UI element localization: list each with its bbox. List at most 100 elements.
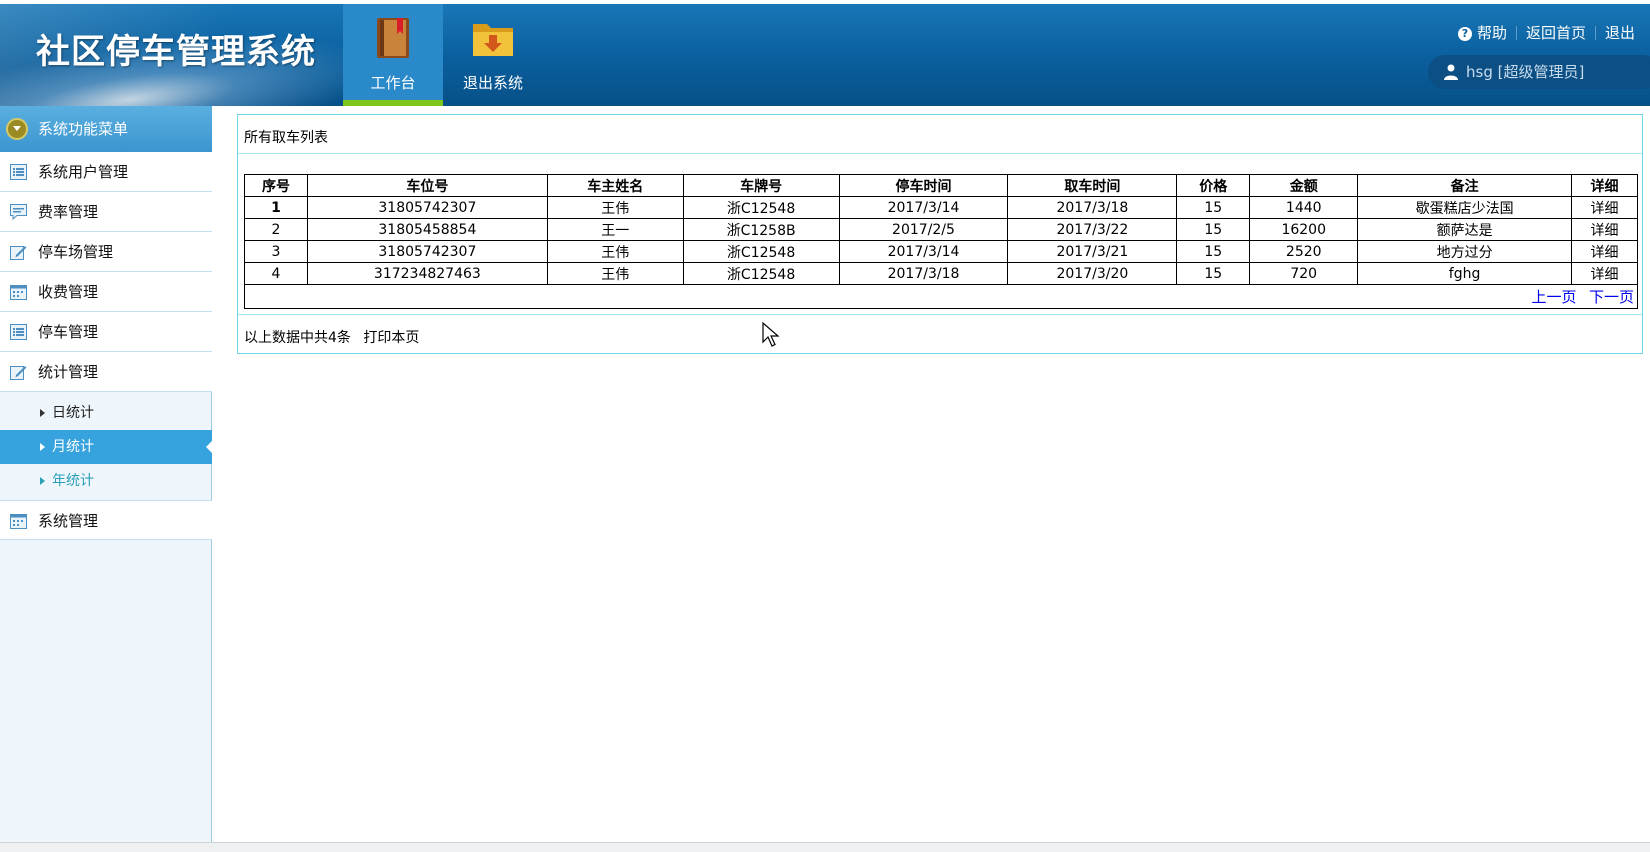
print-page-link[interactable]: 打印本页 — [363, 330, 419, 346]
sidebar-item-parking-management[interactable]: 停车管理 — [0, 312, 212, 352]
sidebar: 系统功能菜单 系统用户管理 费率管理 停车场管理 收费管理 停车管理 统计管理 … — [0, 106, 213, 852]
cell-price: 15 — [1176, 262, 1251, 285]
chevron-down-icon — [6, 118, 28, 140]
cell-amount: 16200 — [1249, 218, 1359, 241]
edit-icon — [10, 366, 27, 380]
cell-owner: 王伟 — [546, 240, 684, 263]
column-header: 车位号 — [306, 174, 548, 197]
record-count: 以上数据中共4条 — [244, 330, 351, 346]
cell-remark: fghg — [1357, 262, 1572, 285]
sidebar-header[interactable]: 系统功能菜单 — [0, 106, 212, 152]
cell-price: 15 — [1176, 240, 1251, 263]
sidebar-item-user-management[interactable]: 系统用户管理 — [0, 152, 212, 192]
column-header: 详细 — [1570, 174, 1639, 197]
panel-title: 所有取车列表 — [244, 130, 328, 146]
cell-index: 3 — [244, 240, 308, 263]
nav-logout-system-label: 退出系统 — [462, 74, 523, 92]
column-header: 价格 — [1176, 174, 1251, 197]
sidebar-item-rate-management[interactable]: 费率管理 — [0, 192, 212, 232]
cell-park-time: 2017/3/14 — [838, 240, 1009, 263]
sidebar-subitem-monthly-stats[interactable]: 月统计 — [0, 430, 213, 464]
sidebar-item-parking-lot-management[interactable]: 停车场管理 — [0, 232, 212, 272]
cell-space-no: 31805458854 — [306, 218, 548, 241]
column-header: 取车时间 — [1007, 174, 1178, 197]
sidebar-item-statistics-management[interactable]: 统计管理 — [0, 352, 212, 392]
cell-index: 2 — [244, 218, 308, 241]
divider — [238, 314, 1642, 315]
nav-logout-system[interactable]: 退出系统 — [443, 4, 543, 106]
sidebar-subitem-yearly-stats[interactable]: 年统计 — [0, 464, 212, 498]
column-header: 备注 — [1357, 174, 1572, 197]
table-row: 3 31805742307 王伟 浙C12548 2017/3/14 2017/… — [244, 240, 1639, 263]
sidebar-item-system-management[interactable]: 系统管理 — [0, 500, 212, 540]
detail-link[interactable]: 详细 — [1570, 240, 1639, 263]
column-header: 车牌号 — [682, 174, 840, 197]
cell-price: 15 — [1176, 196, 1251, 219]
cell-plate: 浙C12548 — [682, 196, 840, 219]
table-header-row: 序号 车位号 车主姓名 车牌号 停车时间 取车时间 价格 金额 备注 详细 — [244, 174, 1639, 197]
table-row: 1 31805742307 王伟 浙C12548 2017/3/14 2017/… — [244, 196, 1639, 219]
detail-link[interactable]: 详细 — [1570, 218, 1639, 241]
cell-pickup-time: 2017/3/18 — [1007, 196, 1178, 219]
nav-workbench[interactable]: 工作台 — [343, 4, 443, 106]
cell-amount: 1440 — [1249, 196, 1359, 219]
sidebar-subitem-daily-stats[interactable]: 日统计 — [0, 396, 212, 430]
pickup-list-panel: 所有取车列表 序号 车位号 车主姓名 车牌号 停车时间 取车时间 价格 金额 备… — [237, 114, 1643, 354]
question-icon: ? — [1457, 27, 1472, 41]
pickup-table: 序号 车位号 车主姓名 车牌号 停车时间 取车时间 价格 金额 备注 详细 1 … — [244, 174, 1639, 309]
cell-remark: 额萨达是 — [1357, 218, 1572, 241]
browser-status-bar — [0, 842, 1650, 852]
cell-remark: 歇蛋糕店少法国 — [1357, 196, 1572, 219]
table-row: 2 31805458854 王一 浙C1258B 2017/2/5 2017/3… — [244, 218, 1639, 241]
column-header: 金额 — [1249, 174, 1359, 197]
next-page-link[interactable]: 下一页 — [1589, 288, 1634, 306]
book-icon — [377, 18, 409, 58]
cell-pickup-time: 2017/3/21 — [1007, 240, 1178, 263]
sidebar-item-charge-management[interactable]: 收费管理 — [0, 272, 212, 312]
cell-owner: 王伟 — [546, 196, 684, 219]
table-row: 4 317234827463 王伟 浙C12548 2017/3/18 2017… — [244, 262, 1639, 285]
panel-footer: 以上数据中共4条 打印本页 — [244, 327, 419, 347]
help-link[interactable]: ? 帮助 — [1449, 22, 1516, 43]
pager-row: 上一页 下一页 — [244, 284, 1638, 309]
column-header: 序号 — [244, 174, 308, 197]
edit-icon — [10, 246, 27, 260]
user-info: hsg [超级管理员] — [1428, 55, 1650, 89]
cell-index: 4 — [244, 262, 308, 285]
cell-owner: 王一 — [546, 218, 684, 241]
divider — [238, 153, 1642, 154]
nav-workbench-label: 工作台 — [370, 74, 416, 92]
cell-plate: 浙C12548 — [682, 262, 840, 285]
calendar-icon — [10, 514, 27, 529]
detail-link[interactable]: 详细 — [1570, 196, 1639, 219]
cell-plate: 浙C1258B — [682, 218, 840, 241]
column-header: 停车时间 — [838, 174, 1009, 197]
cell-amount: 720 — [1249, 262, 1359, 285]
cell-amount: 2520 — [1249, 240, 1359, 263]
cell-owner: 王伟 — [546, 262, 684, 285]
cell-plate: 浙C12548 — [682, 240, 840, 263]
mouse-cursor-icon — [762, 322, 780, 347]
folder-download-icon — [473, 24, 513, 56]
detail-link[interactable]: 详细 — [1570, 262, 1639, 285]
column-header: 车主姓名 — [546, 174, 684, 197]
logout-link[interactable]: 退出 — [1596, 22, 1644, 43]
user-label: hsg [超级管理员] — [1466, 63, 1585, 81]
calendar-icon — [10, 285, 27, 300]
app-header: 社区停车管理系统 工作台 退出系统 ? 帮助 返回首页 退出 hsg [超级管理… — [0, 0, 1650, 106]
cell-space-no: 31805742307 — [306, 196, 548, 219]
top-links: ? 帮助 返回首页 退出 — [1449, 22, 1644, 43]
cell-space-no: 317234827463 — [306, 262, 548, 285]
cell-pickup-time: 2017/3/22 — [1007, 218, 1178, 241]
cell-park-time: 2017/2/5 — [838, 218, 1009, 241]
app-title: 社区停车管理系统 — [36, 32, 316, 72]
cell-price: 15 — [1176, 218, 1251, 241]
home-link[interactable]: 返回首页 — [1517, 22, 1595, 43]
list-icon — [10, 164, 27, 180]
cell-park-time: 2017/3/18 — [838, 262, 1009, 285]
user-icon — [1444, 64, 1458, 80]
prev-page-link[interactable]: 上一页 — [1532, 288, 1577, 306]
cell-space-no: 31805742307 — [306, 240, 548, 263]
cell-remark: 地方过分 — [1357, 240, 1572, 263]
comment-icon — [10, 204, 27, 220]
